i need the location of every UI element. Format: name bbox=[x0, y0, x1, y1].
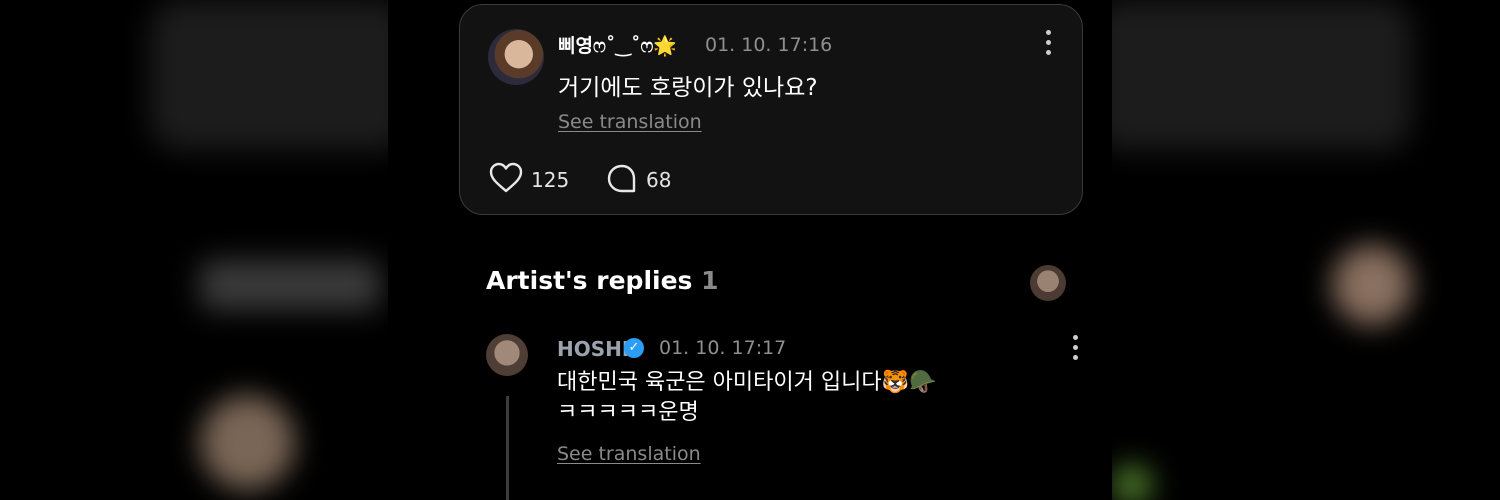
post-timestamp: 01. 10. 17:16 bbox=[705, 34, 833, 56]
post-card: 삐영ෆ˚‿˚ෆ🌟 01. 10. 17:16 거기에도 호랑이가 있나요? Se… bbox=[459, 4, 1083, 215]
thread-line bbox=[506, 396, 509, 500]
avatar[interactable] bbox=[486, 334, 528, 376]
see-translation-link[interactable]: See translation bbox=[558, 111, 702, 133]
blurred-backdrop-right bbox=[1112, 0, 1500, 500]
verified-badge-icon: ✓ bbox=[624, 338, 644, 358]
blurred-backdrop-left bbox=[0, 0, 388, 500]
more-vertical-icon[interactable] bbox=[1065, 333, 1085, 363]
like-count: 125 bbox=[531, 168, 570, 192]
post-text: 거기에도 호랑이가 있나요? bbox=[558, 75, 818, 101]
reply-timestamp: 01. 10. 17:17 bbox=[659, 337, 787, 359]
reply-user-name[interactable]: HOSHI bbox=[557, 337, 629, 361]
comment-view: 삐영ෆ˚‿˚ෆ🌟 01. 10. 17:16 거기에도 호랑이가 있나요? Se… bbox=[388, 0, 1112, 500]
artist-replies-label: Artist's replies bbox=[486, 266, 693, 295]
artist-replies-count: 1 bbox=[701, 266, 719, 295]
avatar[interactable] bbox=[488, 29, 544, 85]
more-vertical-icon[interactable] bbox=[1038, 28, 1058, 58]
comment-count: 68 bbox=[646, 168, 672, 192]
heart-icon[interactable] bbox=[488, 162, 524, 194]
reply-text: 대한민국 육군은 아미타이거 입니다🐯🪖 ㅋㅋㅋㅋㅋ운명 bbox=[557, 368, 936, 428]
reply-line-1: 대한민국 육군은 아미타이거 입니다🐯🪖 bbox=[557, 370, 937, 395]
post-user-name[interactable]: 삐영ෆ˚‿˚ෆ🌟 bbox=[558, 31, 677, 58]
avatar[interactable] bbox=[1030, 265, 1066, 301]
see-translation-link[interactable]: See translation bbox=[557, 443, 701, 465]
artist-replies-title: Artist's replies 1 bbox=[486, 266, 719, 295]
reply-line-2: ㅋㅋㅋㅋㅋ운명 bbox=[557, 400, 699, 425]
comment-bubble-icon[interactable] bbox=[606, 163, 638, 195]
